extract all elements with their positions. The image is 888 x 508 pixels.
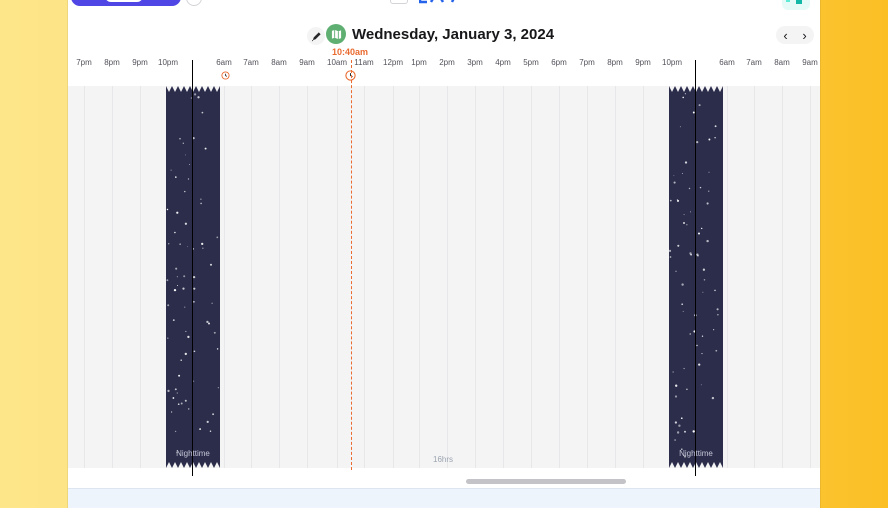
next-day-button[interactable]: › xyxy=(795,26,814,44)
hour-grid-line xyxy=(251,86,252,468)
hour-label: 10pm xyxy=(157,58,179,67)
hour-grid-line xyxy=(279,86,280,468)
hour-grid-line xyxy=(643,86,644,468)
hour-label: 4pm xyxy=(495,58,511,67)
hour-grid-line xyxy=(140,86,141,468)
hour-label: 8pm xyxy=(104,58,120,67)
hour-grid-line xyxy=(559,86,560,468)
midnight-line xyxy=(192,60,193,476)
night-block: Nighttime xyxy=(669,86,723,468)
hour-label: 7am xyxy=(746,58,762,67)
day-navigation: ‹ › xyxy=(776,26,814,44)
pen-icon xyxy=(311,31,321,41)
hour-label: 8pm xyxy=(607,58,623,67)
duration-label: 16hrs xyxy=(433,455,454,464)
current-time-line xyxy=(351,60,352,470)
night-block-label: Nighttime xyxy=(669,449,723,458)
hour-label: 10pm xyxy=(661,58,683,67)
hour-label: 10am xyxy=(326,58,348,67)
hour-label: 7am xyxy=(243,58,259,67)
hour-grid-line xyxy=(364,86,365,468)
hour-grid-line xyxy=(615,86,616,468)
hour-grid-line xyxy=(393,86,394,468)
map-icon xyxy=(331,29,341,39)
hour-grid-line xyxy=(587,86,588,468)
footer-strip xyxy=(68,488,820,508)
hour-grid-line xyxy=(475,86,476,468)
hour-grid-line xyxy=(531,86,532,468)
hour-label: 8am xyxy=(774,58,790,67)
current-time-label: 10:40am xyxy=(332,47,369,57)
page-title: Wednesday, January 3, 2024 xyxy=(352,26,555,43)
midnight-line xyxy=(695,60,696,476)
view-toggle[interactable] xyxy=(71,0,181,6)
hour-label: 8am xyxy=(271,58,287,67)
day-header: Wednesday, January 3, 2024 ‹ › xyxy=(68,24,820,52)
app-logo xyxy=(419,0,455,4)
hour-label: 9am xyxy=(299,58,315,67)
toolbar-square-button[interactable] xyxy=(390,0,408,4)
hour-grid-line xyxy=(84,86,85,468)
hour-label: 5pm xyxy=(523,58,539,67)
edit-button[interactable] xyxy=(307,27,325,45)
view-toggle-knob[interactable] xyxy=(105,0,143,2)
hour-label: 6pm xyxy=(551,58,567,67)
day-timeline-grid[interactable]: Nighttime Nighttime xyxy=(68,86,820,468)
hour-grid-line xyxy=(503,86,504,468)
hour-grid-line xyxy=(112,86,113,468)
hour-grid-line xyxy=(810,86,811,468)
hour-label: 9pm xyxy=(132,58,148,67)
horizontal-scrollbar[interactable] xyxy=(466,479,626,484)
night-block: Nighttime xyxy=(166,86,220,468)
hour-label: 2pm xyxy=(439,58,455,67)
hour-grid-line xyxy=(447,86,448,468)
hour-label: 12pm xyxy=(382,58,404,67)
hour-label: 7pm xyxy=(579,58,595,67)
hour-label: 9pm xyxy=(635,58,651,67)
previous-day-button[interactable]: ‹ xyxy=(776,26,795,44)
hour-label: 1pm xyxy=(411,58,427,67)
toolbar-circle-button[interactable] xyxy=(186,0,202,6)
alarm-clock-icon[interactable] xyxy=(221,71,230,80)
hour-grid-line xyxy=(754,86,755,468)
hour-grid-line xyxy=(419,86,420,468)
hour-label: 11am xyxy=(354,58,374,67)
hour-label: 9am xyxy=(802,58,818,67)
hour-grid-line xyxy=(782,86,783,468)
hour-grid-line xyxy=(337,86,338,468)
hour-grid-line xyxy=(224,86,225,468)
map-button[interactable] xyxy=(326,24,346,44)
hour-label: 7pm xyxy=(76,58,92,67)
hour-label: 6am xyxy=(216,58,232,67)
avatar[interactable] xyxy=(782,0,810,10)
stars-pattern xyxy=(166,86,220,468)
app-window: Wednesday, January 3, 2024 ‹ › 10:40am 7… xyxy=(68,0,820,508)
hour-grid-line xyxy=(727,86,728,468)
hour-label: 3pm xyxy=(467,58,483,67)
stars-pattern xyxy=(669,86,723,468)
hour-grid-line xyxy=(307,86,308,468)
timeline-hour-labels: 7pm 8pm 9pm 10pm 6am 7am 8am 9am 10am 11am 12pm 1pm… xyxy=(68,58,820,74)
hour-label: 6am xyxy=(719,58,735,67)
night-block-label: Nighttime xyxy=(166,449,220,458)
